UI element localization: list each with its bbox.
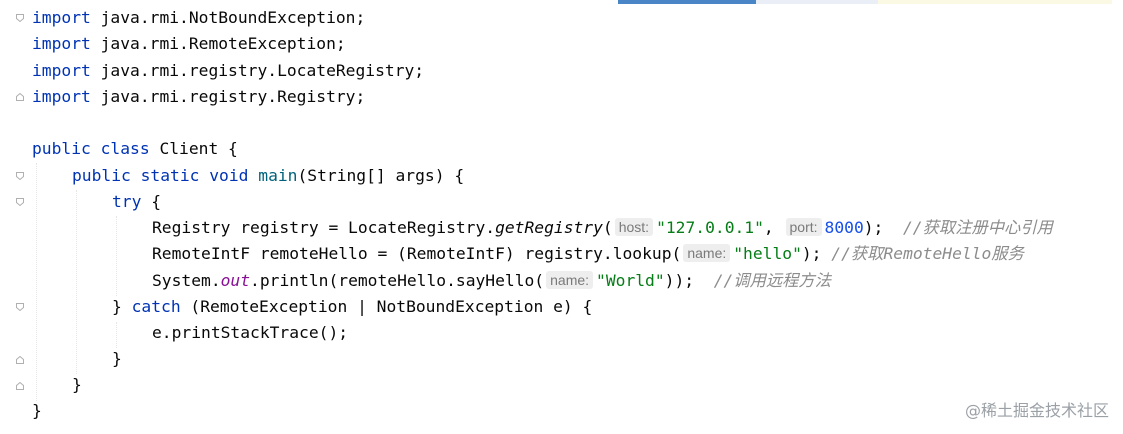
- keyword-import: import: [32, 87, 91, 106]
- method-name-main: main: [258, 166, 298, 185]
- fold-collapse-icon[interactable]: [16, 198, 24, 206]
- import-path: java.rmi.RemoteException;: [90, 34, 346, 53]
- code-line-14[interactable]: }: [112, 346, 122, 372]
- param-hint-host: host:: [614, 218, 654, 236]
- keyword-public-class: public class: [32, 139, 150, 158]
- keyword-import: import: [32, 8, 91, 27]
- code-line-10[interactable]: RemoteIntF remoteHello = (RemoteIntF) re…: [152, 241, 1024, 267]
- code-line-4[interactable]: import java.rmi.registry.Registry;: [32, 84, 365, 110]
- string-literal: "hello": [733, 244, 802, 263]
- editor-gutter[interactable]: [0, 0, 24, 434]
- code-line-1[interactable]: import java.rmi.NotBoundException;: [32, 5, 365, 31]
- indent-guide: [116, 216, 117, 296]
- code-text: (: [602, 218, 613, 237]
- closing-brace: }: [32, 401, 42, 420]
- comment: //获取RemoteHello服务: [831, 244, 1024, 263]
- indent-guide: [36, 163, 37, 401]
- import-path: java.rmi.registry.Registry;: [90, 87, 366, 106]
- code-text: ,: [763, 218, 784, 237]
- code-text: ));: [664, 271, 714, 290]
- import-path: java.rmi.NotBoundException;: [90, 8, 366, 27]
- code-line-16[interactable]: }: [32, 398, 42, 424]
- watermark: @稀土掘金技术社区: [964, 401, 1109, 420]
- param-hint-port: port:: [785, 218, 822, 236]
- code-line-9[interactable]: Registry registry = LocateRegistry.getRe…: [152, 215, 1053, 241]
- code-editor[interactable]: import java.rmi.NotBoundException; impor…: [0, 0, 1123, 434]
- code-text: Registry registry = LocateRegistry.: [152, 218, 496, 237]
- code-line-12[interactable]: } catch (RemoteException | NotBoundExcep…: [112, 294, 592, 320]
- keyword-modifiers: public static void: [72, 166, 249, 185]
- tab-strip-segment: [756, 0, 878, 4]
- indent-guide: [116, 322, 117, 348]
- keyword-import: import: [32, 34, 91, 53]
- fold-collapse-icon[interactable]: [16, 303, 24, 311]
- code-text: .println(remoteHello.sayHello(: [250, 271, 545, 290]
- string-literal: "World": [596, 271, 665, 290]
- number-literal: 8000: [824, 218, 864, 237]
- scroll-position-indicator: [618, 0, 756, 4]
- class-declaration: Client {: [149, 139, 238, 158]
- code-text: e.printStackTrace();: [152, 323, 349, 342]
- code-line-2[interactable]: import java.rmi.RemoteException;: [32, 31, 346, 57]
- fold-collapse-icon[interactable]: [16, 172, 24, 180]
- closing-brace: }: [72, 375, 82, 394]
- import-path: java.rmi.registry.LocateRegistry;: [90, 61, 425, 80]
- fold-end-icon[interactable]: [16, 382, 24, 390]
- param-hint-name: name:: [546, 271, 594, 289]
- keyword-try: try: [112, 192, 142, 211]
- closing-brace: }: [112, 349, 122, 368]
- tab-strip-segment: [878, 0, 1112, 4]
- keyword-import: import: [32, 61, 91, 80]
- param-hint-name: name:: [683, 244, 731, 262]
- keyword-catch: catch: [131, 297, 181, 316]
- code-text: System.: [152, 271, 221, 290]
- catch-clause: (RemoteException | NotBoundException e) …: [180, 297, 593, 316]
- code-text: );: [801, 244, 832, 263]
- brace: {: [141, 192, 162, 211]
- code-line-11[interactable]: System.out.println(remoteHello.sayHello(…: [152, 268, 831, 294]
- code-line-13[interactable]: e.printStackTrace();: [152, 320, 348, 346]
- comment: //获取注册中心引用: [902, 218, 1053, 237]
- code-text: );: [863, 218, 903, 237]
- indent-guide: [76, 190, 77, 374]
- code-text: RemoteIntF remoteHello = (RemoteIntF) re…: [152, 244, 682, 263]
- method-signature: (String[] args) {: [297, 166, 465, 185]
- code-line-7[interactable]: public static void main(String[] args) {: [72, 163, 464, 189]
- comment: //调用远程方法: [713, 271, 831, 290]
- code-line-6[interactable]: public class Client {: [32, 136, 238, 162]
- code-line-8[interactable]: try {: [112, 189, 161, 215]
- code-line-15[interactable]: }: [72, 372, 82, 398]
- static-field-out: out: [220, 271, 251, 290]
- code-line-3[interactable]: import java.rmi.registry.LocateRegistry;: [32, 58, 424, 84]
- fold-collapse-icon[interactable]: [16, 14, 24, 22]
- method-call-getRegistry: getRegistry: [495, 218, 603, 237]
- fold-end-icon[interactable]: [16, 93, 24, 101]
- fold-end-icon[interactable]: [16, 356, 24, 364]
- brace: }: [112, 297, 132, 316]
- string-literal: "127.0.0.1": [656, 218, 764, 237]
